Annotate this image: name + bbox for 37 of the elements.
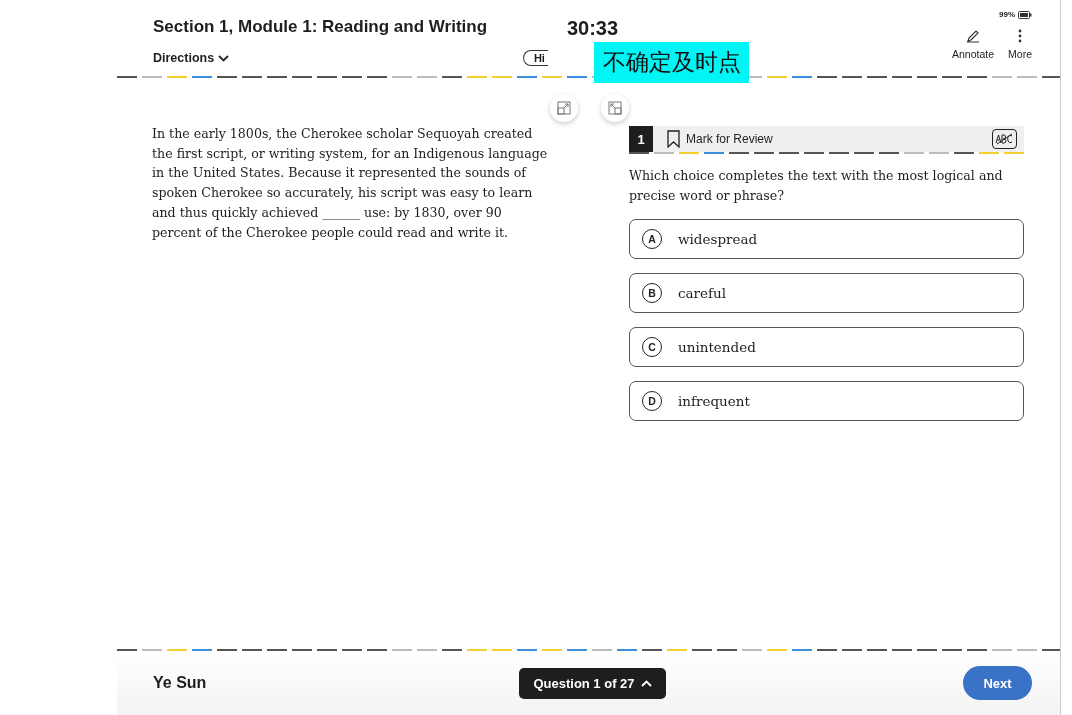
choice-text: infrequent [678, 393, 750, 410]
choice-text: widespread [678, 231, 758, 248]
choice-text: unintended [678, 339, 756, 356]
question-number: 1 [629, 126, 653, 152]
chevron-down-icon [218, 54, 230, 62]
next-button[interactable]: Next [963, 666, 1032, 700]
expand-icon [557, 101, 571, 115]
battery-icon [1018, 10, 1032, 19]
abc-strike-icon [995, 133, 1014, 145]
chevron-up-icon [640, 679, 652, 687]
pen-icon [966, 29, 981, 43]
expand-button[interactable] [550, 94, 578, 122]
answer-choice[interactable]: B careful [629, 273, 1024, 314]
question-navigator-button[interactable]: Question 1 of 27 [519, 667, 666, 699]
question-prompt: Which choice completes the text with the most logical and precise word or phrase? [629, 167, 1004, 205]
section-title: Section 1, Module 1: Reading and Writing [153, 17, 489, 37]
timer: 30:33 [566, 17, 619, 40]
choice-letter: C [642, 337, 662, 358]
student-name: Ye Sun [153, 674, 208, 692]
toolbar-button[interactable]: More [1008, 29, 1032, 60]
annotation-label: 不确定及时点 [594, 42, 749, 83]
answer-choice[interactable]: C unintended [629, 327, 1024, 368]
answer-choice[interactable]: A widespread [629, 219, 1024, 260]
choice-text: careful [678, 285, 727, 302]
more-icon [1018, 29, 1023, 43]
toolbar-button[interactable]: Annotate [952, 29, 995, 60]
choice-letter: A [642, 229, 662, 250]
strikethrough-button[interactable] [992, 129, 1017, 149]
passage-text: In the early 1800s, the Cherokee scholar Sequoyah created the first script, or writing system, for an Indigenous language in the United States. Because it represented the sounds of spoken Cherokee so accurately, his script was easy to learn and thus quickly achieved ______ use: by 1830, over 90 percent of the Cherokee people could read and write it. [152, 125, 549, 242]
choice-letter: B [642, 283, 662, 304]
choice-letter: D [642, 391, 662, 412]
collapse-icon [608, 101, 622, 115]
answer-choice[interactable]: D infrequent [629, 381, 1024, 422]
battery-percent: 99% [999, 10, 1015, 19]
mark-for-review-button[interactable]: Mark for Review [667, 130, 992, 148]
collapse-button[interactable] [601, 94, 629, 122]
bookmark-icon [667, 130, 680, 148]
